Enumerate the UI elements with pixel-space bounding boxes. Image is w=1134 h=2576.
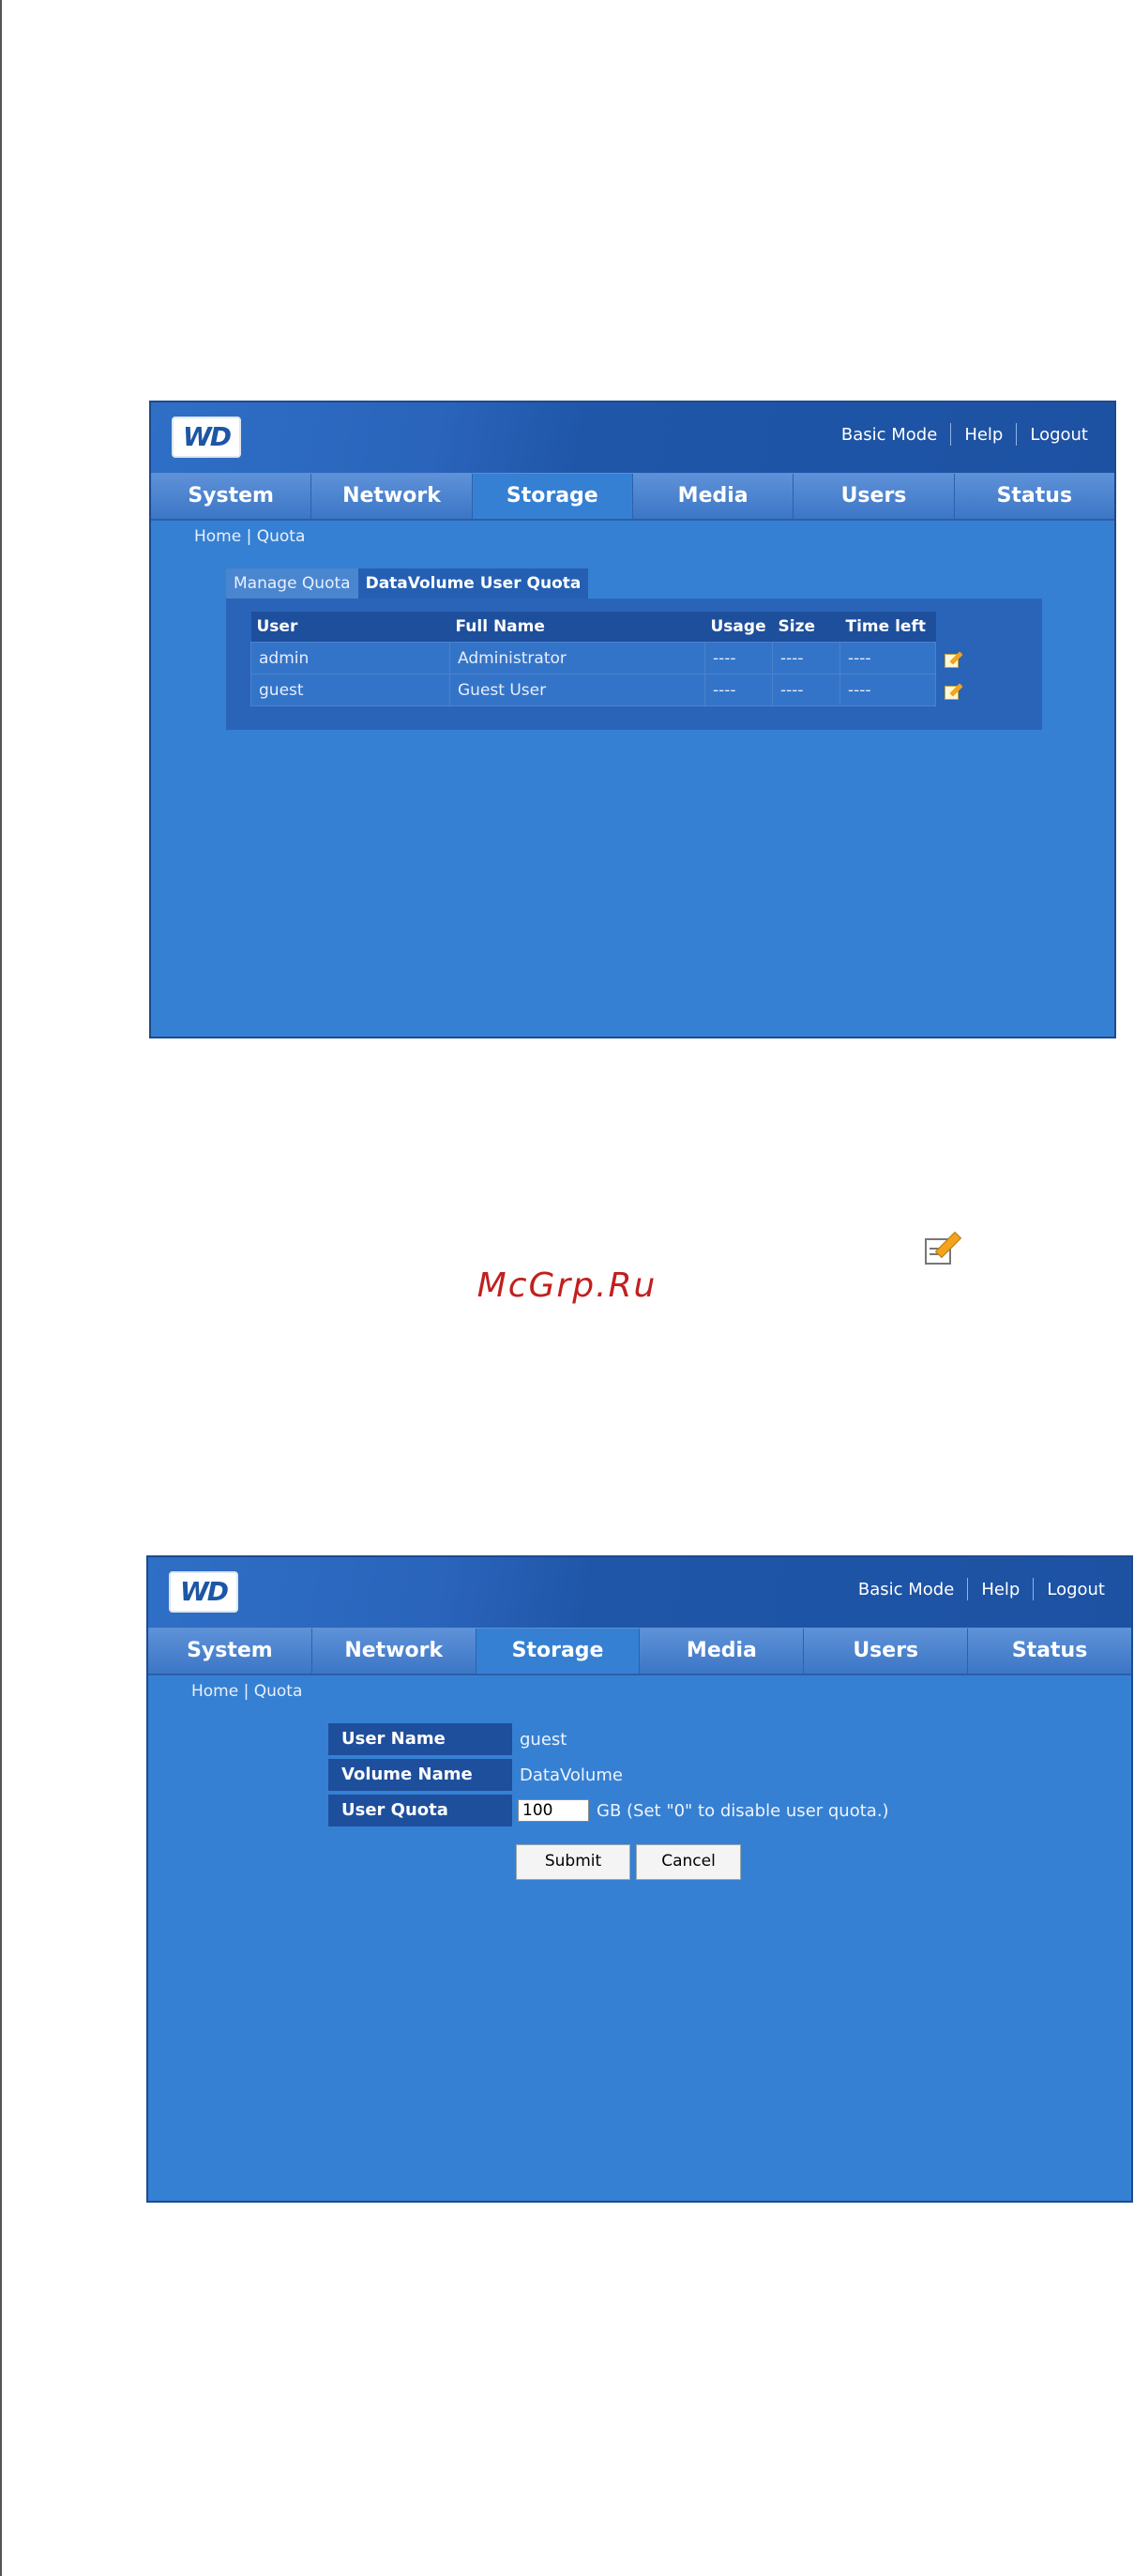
logout-link[interactable]: Logout bbox=[1017, 425, 1101, 445]
quota-hint: GB (Set "0" to disable user quota.) bbox=[597, 1800, 889, 1821]
help-link[interactable]: Help bbox=[968, 1580, 1033, 1599]
tab-manage-quota[interactable]: Manage Quota bbox=[226, 568, 358, 599]
tab-storage[interactable]: Storage bbox=[472, 474, 633, 519]
col-size: Size bbox=[772, 612, 840, 643]
top-links: Basic Mode Help Logout bbox=[845, 1578, 1118, 1600]
user-name-label: User Name bbox=[328, 1723, 512, 1755]
cancel-button[interactable]: Cancel bbox=[636, 1844, 741, 1880]
watermark: McGrp.Ru bbox=[476, 1266, 658, 1305]
main-nav: System Network Storage Media Users Statu… bbox=[148, 1628, 1131, 1675]
col-usage: Usage bbox=[704, 612, 773, 643]
col-time-left: Time left bbox=[839, 612, 936, 643]
basic-mode-link[interactable]: Basic Mode bbox=[845, 1580, 967, 1599]
cell-size: ---- bbox=[772, 674, 840, 706]
tab-status[interactable]: Status bbox=[968, 1629, 1131, 1674]
cell-user: admin bbox=[250, 642, 450, 674]
header-bar: WD Basic Mode Help Logout bbox=[148, 1557, 1131, 1628]
header-bar: WD Basic Mode Help Logout bbox=[151, 402, 1114, 473]
edit-icon[interactable] bbox=[944, 649, 963, 668]
volume-name-row: Volume Name DataVolume bbox=[328, 1759, 623, 1791]
quota-edit-screenshot: WD Basic Mode Help Logout System Network… bbox=[146, 1555, 1133, 2203]
table-row: admin Administrator ---- ---- ---- bbox=[250, 642, 976, 674]
user-quota-table: User Full Name Usage Size Time left admi… bbox=[250, 612, 976, 706]
basic-mode-link[interactable]: Basic Mode bbox=[828, 425, 950, 445]
help-link[interactable]: Help bbox=[951, 425, 1016, 445]
table-row: guest Guest User ---- ---- ---- bbox=[250, 674, 976, 706]
volume-name-value: DataVolume bbox=[520, 1765, 623, 1785]
user-name-row: User Name guest bbox=[328, 1723, 567, 1755]
tab-status[interactable]: Status bbox=[954, 474, 1114, 519]
main-nav: System Network Storage Media Users Statu… bbox=[151, 473, 1114, 521]
quota-panel: User Full Name Usage Size Time left admi… bbox=[226, 599, 1042, 730]
breadcrumb: Home | Quota bbox=[194, 527, 306, 546]
quota-subtabs: Manage Quota DataVolume User Quota bbox=[226, 568, 589, 599]
tab-storage[interactable]: Storage bbox=[476, 1629, 641, 1674]
tab-network[interactable]: Network bbox=[311, 474, 473, 519]
edit-icon[interactable] bbox=[944, 681, 963, 700]
cell-user: guest bbox=[250, 674, 450, 706]
col-user: User bbox=[250, 612, 450, 643]
col-full-name: Full Name bbox=[449, 612, 705, 643]
tab-media[interactable]: Media bbox=[632, 474, 794, 519]
logout-link[interactable]: Logout bbox=[1034, 1580, 1118, 1599]
cell-size: ---- bbox=[772, 642, 840, 674]
submit-button[interactable]: Submit bbox=[516, 1844, 630, 1880]
cell-usage: ---- bbox=[704, 642, 773, 674]
tab-system[interactable]: System bbox=[148, 1629, 312, 1674]
user-quota-row: User Quota GB (Set "0" to disable user q… bbox=[328, 1795, 985, 1826]
tab-users[interactable]: Users bbox=[804, 1629, 969, 1674]
breadcrumb: Home | Quota bbox=[191, 1682, 303, 1701]
quota-list-screenshot: WD Basic Mode Help Logout System Network… bbox=[149, 401, 1116, 1038]
wd-logo: WD bbox=[169, 1571, 238, 1613]
tab-users[interactable]: Users bbox=[794, 474, 955, 519]
user-quota-input[interactable] bbox=[518, 1799, 589, 1822]
user-name-value: guest bbox=[520, 1729, 567, 1750]
tab-system[interactable]: System bbox=[151, 474, 312, 519]
tab-media[interactable]: Media bbox=[640, 1629, 805, 1674]
tab-datavolume-user-quota[interactable]: DataVolume User Quota bbox=[357, 568, 589, 599]
tab-network[interactable]: Network bbox=[311, 1629, 476, 1674]
volume-name-label: Volume Name bbox=[328, 1759, 512, 1791]
edit-icon bbox=[923, 1229, 962, 1266]
cell-full-name: Administrator bbox=[449, 642, 705, 674]
top-links: Basic Mode Help Logout bbox=[828, 423, 1101, 446]
user-quota-label: User Quota bbox=[328, 1795, 512, 1826]
wd-logo: WD bbox=[172, 417, 241, 458]
cell-time-left: ---- bbox=[839, 674, 936, 706]
cell-full-name: Guest User bbox=[449, 674, 705, 706]
cell-usage: ---- bbox=[704, 674, 773, 706]
cell-time-left: ---- bbox=[839, 642, 936, 674]
